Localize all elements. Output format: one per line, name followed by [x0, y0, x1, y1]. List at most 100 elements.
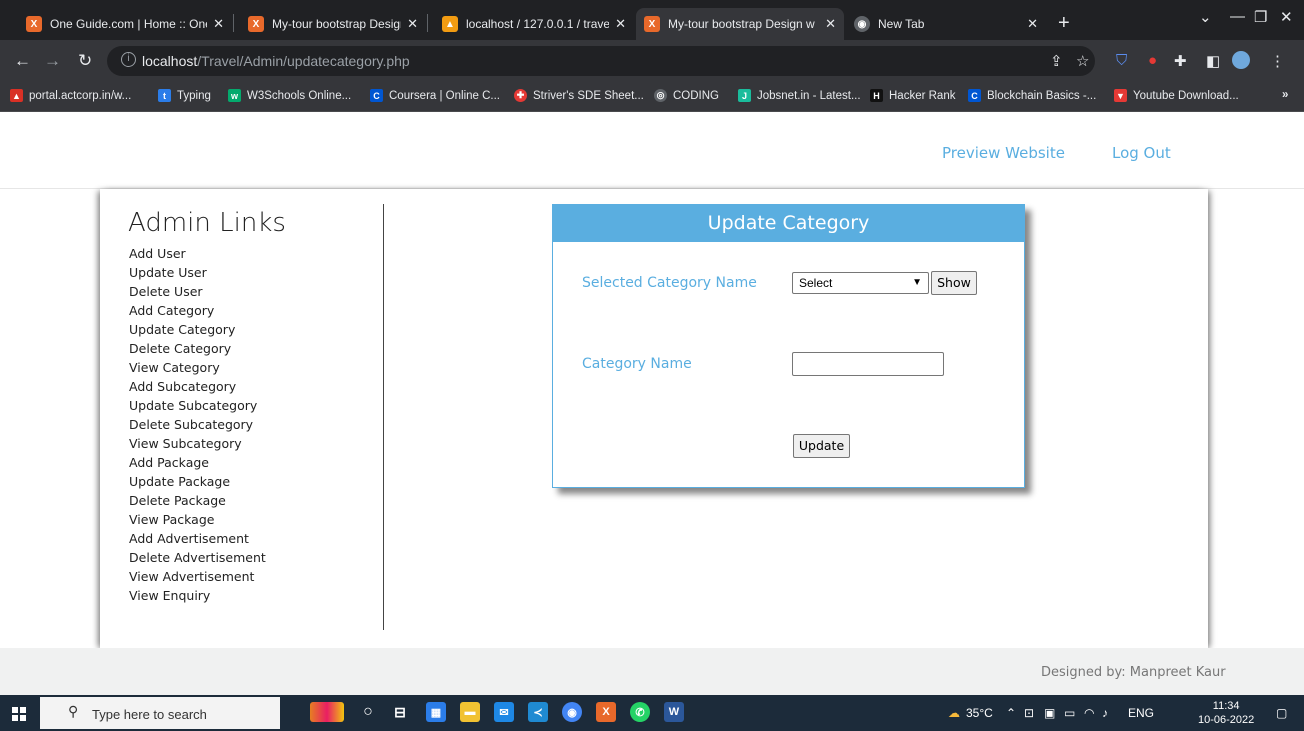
browser-tab[interactable]: X One Guide.com | Home :: One ✕ — [18, 8, 232, 40]
taskbar-clock[interactable]: 11:34 10-06-2022 — [1198, 699, 1254, 727]
vscode-icon[interactable]: ≺ — [528, 702, 548, 722]
selected-category-label: Selected Category Name — [582, 275, 757, 291]
battery-icon[interactable]: ▭ — [1064, 706, 1075, 720]
phpmyadmin-icon: ▲ — [442, 16, 458, 32]
sidebar-link-delete-advertisement[interactable]: Delete Advertisement — [129, 548, 266, 567]
bookmark-favicon-icon: ▼ — [1114, 89, 1127, 102]
search-highlight-icon[interactable] — [310, 702, 344, 722]
bookmark-item[interactable]: ▲ portal.actcorp.in/w... — [10, 89, 131, 102]
browser-tab-active[interactable]: X My-tour bootstrap Design w ✕ — [636, 8, 844, 40]
tray-overflow-icon[interactable]: ⌃ — [1006, 706, 1016, 720]
meet-icon[interactable]: ▣ — [1044, 706, 1055, 720]
cortana-icon[interactable]: ○ — [358, 702, 378, 722]
preview-website-link[interactable]: Preview Website — [942, 144, 1065, 162]
bookmark-item[interactable]: C Blockchain Basics -... — [968, 89, 1096, 102]
site-info-icon[interactable]: i — [121, 52, 136, 67]
bookmarks-overflow-icon[interactable]: » — [1282, 89, 1288, 101]
sidebar-link-add-subcategory[interactable]: Add Subcategory — [129, 377, 266, 396]
windows-start-icon[interactable] — [12, 707, 26, 721]
logout-link[interactable]: Log Out — [1112, 144, 1171, 162]
sidebar-link-view-advertisement[interactable]: View Advertisement — [129, 567, 266, 586]
task-view-icon[interactable]: ⊟ — [390, 702, 410, 722]
update-category-form — [552, 204, 1025, 488]
weather-temp[interactable]: 35°C — [966, 706, 993, 720]
back-icon[interactable]: ← — [14, 51, 31, 71]
category-name-input[interactable] — [792, 352, 944, 376]
sidebar-link-view-enquiry[interactable]: View Enquiry — [129, 586, 266, 605]
shield-extension-icon[interactable]: ⛉ — [1116, 52, 1127, 69]
update-button[interactable]: Update — [793, 434, 850, 458]
sidebar-link-view-subcategory[interactable]: View Subcategory — [129, 434, 266, 453]
show-button[interactable]: Show — [931, 271, 977, 295]
menu-kebab-icon[interactable]: ⋮ — [1270, 52, 1285, 70]
profile-avatar[interactable] — [1232, 51, 1250, 69]
new-tab-button[interactable]: + — [1058, 12, 1070, 35]
wifi-icon[interactable]: ◠ — [1084, 706, 1094, 720]
close-icon[interactable]: ✕ — [615, 16, 626, 32]
notifications-icon[interactable]: ▢ — [1276, 706, 1287, 720]
bookmark-item[interactable]: ▼ Youtube Download... — [1114, 89, 1239, 102]
sidebar-link-update-subcategory[interactable]: Update Subcategory — [129, 396, 266, 415]
xampp-icon: X — [644, 16, 660, 32]
restore-button[interactable]: ❐ — [1254, 8, 1267, 26]
xampp-icon: X — [248, 16, 264, 32]
xampp-taskbar-icon[interactable]: X — [596, 702, 616, 722]
reload-icon[interactable]: ↻ — [78, 51, 92, 71]
category-select[interactable]: Select ▼ — [792, 272, 929, 294]
sidebar-link-add-package[interactable]: Add Package — [129, 453, 266, 472]
bookmark-star-icon[interactable]: ☆ — [1076, 52, 1089, 70]
bookmark-item[interactable]: H Hacker Rank — [870, 89, 955, 102]
word-icon[interactable]: W — [664, 702, 684, 722]
bookmark-item[interactable]: ✚ Striver's SDE Sheet... — [514, 89, 644, 102]
sidebar-link-add-category[interactable]: Add Category — [129, 301, 266, 320]
xampp-icon: X — [26, 16, 42, 32]
sidebar-link-view-category[interactable]: View Category — [129, 358, 266, 377]
bookmark-item[interactable]: J Jobsnet.in - Latest... — [738, 89, 861, 102]
bookmark-item[interactable]: w W3Schools Online... — [228, 89, 351, 102]
sidebar-link-add-user[interactable]: Add User — [129, 244, 266, 263]
minimize-button[interactable]: — — [1230, 8, 1245, 25]
adblock-extension-icon[interactable]: ● — [1148, 52, 1157, 69]
sidebar-link-update-package[interactable]: Update Package — [129, 472, 266, 491]
tab-search-icon[interactable]: ⌄ — [1199, 8, 1212, 26]
sidebar-link-update-user[interactable]: Update User — [129, 263, 266, 282]
sidebar-link-delete-user[interactable]: Delete User — [129, 282, 266, 301]
bookmark-favicon-icon: C — [968, 89, 981, 102]
bookmark-item[interactable]: ◎ CODING — [654, 89, 719, 102]
share-icon[interactable]: ⇪ — [1050, 52, 1063, 70]
browser-tab[interactable]: X My-tour bootstrap Design w ✕ — [240, 8, 426, 40]
bookmark-favicon-icon: C — [370, 89, 383, 102]
close-icon[interactable]: ✕ — [407, 16, 418, 32]
whatsapp-icon[interactable]: ✆ — [630, 702, 650, 722]
store-icon[interactable]: ▦ — [426, 702, 446, 722]
mail-icon[interactable]: ✉ — [494, 702, 514, 722]
sidebar-link-update-category[interactable]: Update Category — [129, 320, 266, 339]
sidebar-link-delete-category[interactable]: Delete Category — [129, 339, 266, 358]
close-icon[interactable]: ✕ — [825, 16, 836, 32]
sidebar-link-delete-subcategory[interactable]: Delete Subcategory — [129, 415, 266, 434]
bookmark-item[interactable]: C Coursera | Online C... — [370, 89, 500, 102]
sidebar-link-add-advertisement[interactable]: Add Advertisement — [129, 529, 266, 548]
bookmark-item[interactable]: t Typing — [158, 89, 211, 102]
taskbar-search-placeholder: Type here to search — [92, 707, 207, 722]
language-indicator[interactable]: ENG — [1128, 706, 1154, 720]
browser-tab[interactable]: ▲ localhost / 127.0.0.1 / travel / ✕ — [434, 8, 634, 40]
close-icon[interactable]: ✕ — [213, 16, 224, 32]
url-text[interactable]: localhost/Travel/Admin/updatecategory.ph… — [142, 53, 410, 69]
side-panel-icon[interactable]: ◧ — [1206, 52, 1220, 70]
chrome-taskbar-icon[interactable]: ◉ — [562, 702, 582, 722]
sidebar-link-delete-package[interactable]: Delete Package — [129, 491, 266, 510]
window-close-button[interactable]: ✕ — [1280, 8, 1293, 26]
bookmark-favicon-icon: J — [738, 89, 751, 102]
tray-app-icon[interactable]: ⊡ — [1024, 706, 1034, 720]
extensions-puzzle-icon[interactable]: ✚ — [1174, 52, 1187, 70]
sidebar-link-view-package[interactable]: View Package — [129, 510, 266, 529]
forward-icon[interactable]: → — [44, 51, 61, 71]
file-explorer-icon[interactable]: ▬ — [460, 702, 480, 722]
browser-tab[interactable]: ◉ New Tab ✕ — [846, 8, 1046, 40]
bookmark-favicon-icon: w — [228, 89, 241, 102]
tab-separator — [233, 14, 234, 32]
close-icon[interactable]: ✕ — [1027, 16, 1038, 32]
bookmark-favicon-icon: ✚ — [514, 89, 527, 102]
volume-icon[interactable]: ♪ — [1102, 706, 1108, 720]
